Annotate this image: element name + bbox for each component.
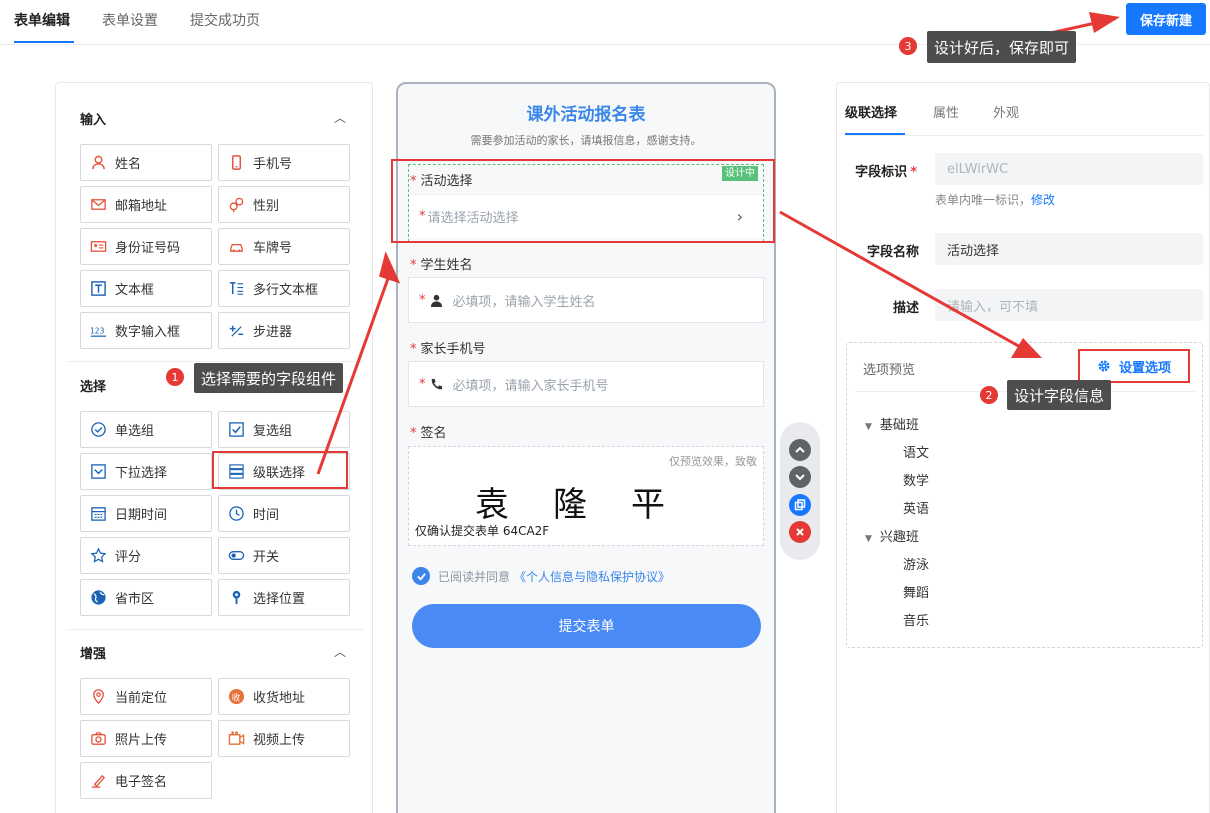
annotation-tip: 设计字段信息 [1007,380,1112,410]
annotation-badge: 1 [166,368,184,386]
annotation-tip: 选择需要的字段组件 [194,363,344,393]
app-root: 表单编辑 表单设置 提交成功页 保存新建 输入 ︿ 选择 增强 ︿ 姓名 手机号… [0,0,1210,813]
annotation-tip: 设计好后，保存即可 [927,31,1077,63]
annotation-badge: 3 [899,37,917,55]
annotation-badge: 2 [980,386,998,404]
